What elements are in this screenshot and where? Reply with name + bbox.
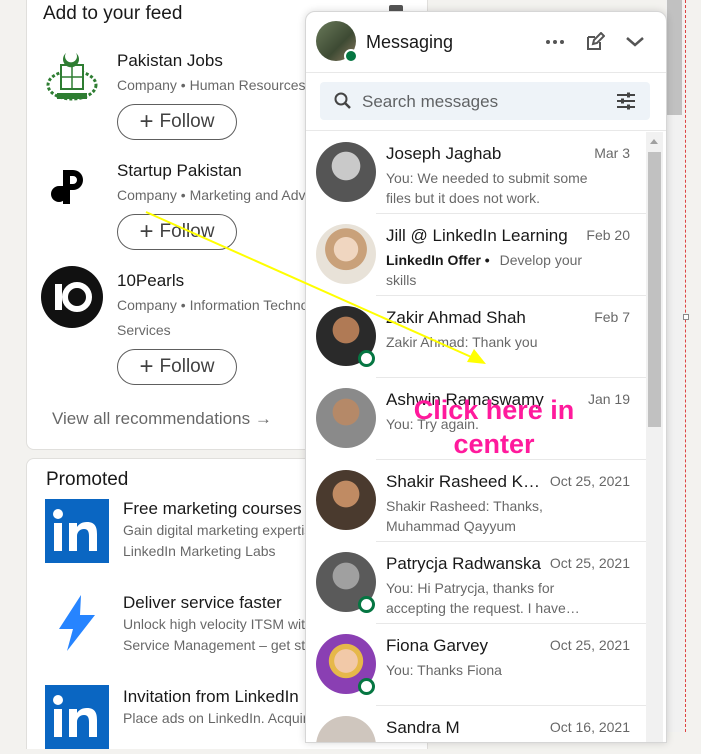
follow-label: Follow <box>159 111 215 132</box>
plus-icon: + <box>139 218 154 245</box>
filter-icon[interactable] <box>616 92 636 110</box>
plus-icon: + <box>139 108 154 135</box>
feed-item-name[interactable]: Pakistan Jobs <box>117 51 223 71</box>
conversation-date: Feb 7 <box>594 309 630 325</box>
promoted-item-line2: LinkedIn Marketing Labs <box>123 543 276 559</box>
conversation-preview: LinkedIn Offer • Develop your skills <box>386 250 598 290</box>
plus-icon: + <box>139 353 154 380</box>
follow-label: Follow <box>159 221 215 242</box>
jira-lightning-icon <box>45 591 109 655</box>
startup-pakistan-logo[interactable] <box>41 156 103 218</box>
conversation-date: Jan 19 <box>587 391 630 407</box>
search-messages-box[interactable] <box>320 82 650 120</box>
avatar <box>316 470 376 530</box>
online-status-dot <box>358 678 375 695</box>
conversation-list-scroll-thumb[interactable] <box>648 152 661 427</box>
online-status-dot <box>344 49 358 63</box>
conversation-date: Oct 25, 2021 <box>549 473 630 489</box>
conversation-date: Oct 25, 2021 <box>549 637 630 653</box>
promoted-title: Promoted <box>46 469 129 490</box>
follow-label: Follow <box>159 356 215 377</box>
offer-label: LinkedIn Offer • <box>386 252 490 268</box>
feed-item-name[interactable]: Startup Pakistan <box>117 161 242 181</box>
linkedin-logo-icon <box>45 685 109 749</box>
follow-button[interactable]: + Follow <box>117 349 237 385</box>
search-messages-input[interactable] <box>360 90 604 114</box>
conversation-date: Mar 3 <box>594 145 630 161</box>
online-status-dot <box>358 596 375 613</box>
conversation-item[interactable]: Sandra M Oct 16, 2021 <box>306 706 646 742</box>
conversation-item[interactable]: Zakir Ahmad Shah Feb 7 Zakir Ahmad: Than… <box>306 296 646 378</box>
compose-message-icon[interactable] <box>582 29 608 55</box>
promoted-item-title[interactable]: Free marketing courses <box>123 499 302 519</box>
conversation-date: Oct 16, 2021 <box>549 719 630 735</box>
conversation-name: Fiona Garvey <box>386 636 489 655</box>
search-icon <box>334 92 351 109</box>
conversation-preview: You: We needed to submit some files but … <box>386 170 588 206</box>
chevron-down-icon[interactable] <box>622 29 648 55</box>
linkedin-logo-icon <box>45 499 109 563</box>
feed-item-subtitle: Company • Information Technology <box>117 297 335 313</box>
promoted-item-line1: Gain digital marketing expertise <box>123 522 320 538</box>
conversation-preview: You: Thanks Fiona <box>386 662 502 678</box>
selection-guide-line <box>685 0 686 732</box>
conversation-item[interactable]: Shakir Rasheed Khan Oct 25, 2021 Shakir … <box>306 460 646 542</box>
feed-item-name[interactable]: 10Pearls <box>117 271 184 291</box>
feed-item-subtitle: Company • Human Resources <box>117 77 306 93</box>
scroll-up-arrow-icon[interactable] <box>650 139 658 144</box>
avatar <box>316 388 376 448</box>
conversation-name: Sandra M <box>386 718 460 737</box>
divider <box>306 130 666 131</box>
conversation-item[interactable]: Patrycja Radwanska Oct 25, 2021 You: Hi … <box>306 542 646 624</box>
messaging-panel: Messaging Joseph Jaghab Mar 3 You: We ne… <box>305 11 667 743</box>
conversation-name: Joseph Jaghab <box>386 144 502 163</box>
pakistan-emblem-logo[interactable] <box>41 45 103 107</box>
view-all-recommendations-link[interactable]: View all recommendations → <box>52 409 272 429</box>
conversation-name: Patrycja Radwanska <box>386 554 541 573</box>
page-scrollbar-thumb[interactable] <box>667 0 682 115</box>
follow-button[interactable]: + Follow <box>117 214 237 250</box>
conversation-name: Shakir Rasheed Khan <box>386 472 546 491</box>
conversation-preview: You: Hi Patrycja, thanks for accepting t… <box>386 580 580 616</box>
messaging-title[interactable]: Messaging <box>366 32 453 53</box>
resize-handle[interactable] <box>683 314 689 320</box>
messaging-header[interactable]: Messaging <box>306 12 666 73</box>
feed-item-subtitle-2: Services <box>117 322 171 338</box>
online-status-dot <box>358 350 375 367</box>
avatar <box>316 716 376 742</box>
conversation-date: Feb 20 <box>586 227 630 243</box>
avatar <box>316 142 376 202</box>
10pearls-logo[interactable] <box>41 266 103 328</box>
more-options-icon[interactable] <box>542 29 568 55</box>
conversation-date: Oct 25, 2021 <box>549 555 630 571</box>
follow-button[interactable]: + Follow <box>117 104 237 140</box>
promoted-item-line1: Place ads on LinkedIn. Acquire <box>123 710 316 726</box>
conversation-item[interactable]: Fiona Garvey Oct 25, 2021 You: Thanks Fi… <box>306 624 646 706</box>
avatar <box>316 224 376 284</box>
feed-card-title: Add to your feed <box>43 3 183 24</box>
promoted-item-title[interactable]: Invitation from LinkedIn <box>123 687 299 707</box>
conversation-preview: Zakir Ahmad: Thank you <box>386 334 538 350</box>
conversation-item[interactable]: Joseph Jaghab Mar 3 You: We needed to su… <box>306 132 646 214</box>
conversation-preview: Shakir Rasheed: Thanks, Muhammad Qayyum <box>386 498 543 534</box>
conversation-item[interactable]: Jill @ LinkedIn Learning Feb 20 LinkedIn… <box>306 214 646 296</box>
promoted-item-line1: Unlock high velocity ITSM with <box>123 616 313 632</box>
conversation-name: Jill @ LinkedIn Learning <box>386 226 568 245</box>
conversation-name: Zakir Ahmad Shah <box>386 308 526 327</box>
annotation-text: Click here in center <box>413 395 575 459</box>
promoted-item-title[interactable]: Deliver service faster <box>123 593 282 613</box>
